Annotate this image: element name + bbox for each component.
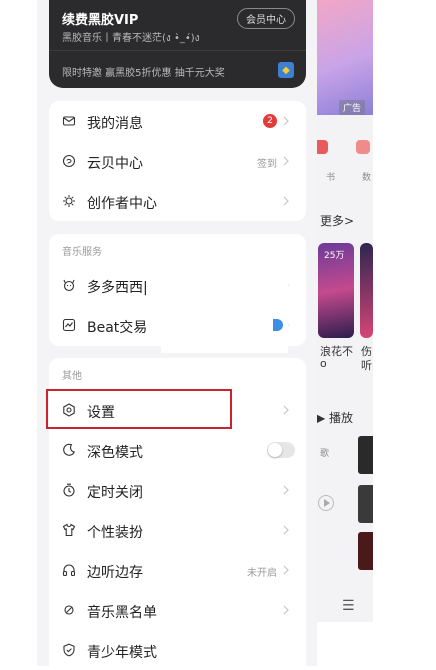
vip-promo[interactable]: 限时特邀 赢黑胶5折优惠 抽千元大奖 bbox=[62, 64, 225, 79]
menu-item-creator-center[interactable]: 创作者中心 bbox=[49, 181, 306, 221]
list-icon: ☰ bbox=[342, 598, 355, 614]
chevron-right-icon bbox=[279, 194, 293, 208]
headphone-icon bbox=[62, 563, 76, 577]
toggle-knob bbox=[268, 443, 282, 457]
section-title: 其他 bbox=[62, 371, 82, 382]
bear-face-icon bbox=[62, 278, 76, 292]
moon-icon bbox=[62, 443, 76, 457]
menu-item-listen-save[interactable]: 边听边存 未开启 bbox=[49, 550, 306, 590]
menu-item-label: 边听边存 bbox=[87, 565, 143, 581]
mail-icon bbox=[62, 114, 76, 128]
background-label: 数 bbox=[362, 173, 372, 183]
dark-mode-toggle[interactable] bbox=[267, 442, 295, 458]
gift-icon: ◆ bbox=[278, 62, 294, 78]
menu-item-label: 我的消息 bbox=[87, 116, 143, 132]
song-title: 听 bbox=[361, 359, 372, 372]
chevron-right-icon bbox=[279, 403, 293, 417]
menu-item-label: 多多西西| bbox=[87, 280, 148, 296]
timer-icon bbox=[62, 483, 76, 497]
member-center-button[interactable]: 会员中心 bbox=[237, 8, 295, 29]
section-title: 音乐服务 bbox=[62, 247, 102, 258]
menu-item-label: Beat交易 bbox=[87, 320, 148, 336]
menu-item-blacklist[interactable]: 音乐黑名单 bbox=[49, 590, 306, 630]
redaction-patch bbox=[161, 246, 288, 353]
tshirt-icon bbox=[62, 523, 76, 537]
menu-item-label: 深色模式 bbox=[87, 445, 143, 461]
playlist-cover bbox=[360, 243, 373, 338]
song-thumbnail bbox=[358, 532, 373, 570]
song-title: o bbox=[320, 357, 327, 370]
menu-item-label: 个性装扮 bbox=[87, 525, 143, 541]
vip-subtitle: 黑胶音乐丨青春不迷茫(ง •̀_•́)ง bbox=[62, 33, 200, 44]
chevron-right-icon bbox=[279, 523, 293, 537]
ad-label: 广告 bbox=[338, 100, 365, 115]
message-badge: 2 bbox=[263, 114, 277, 128]
background-icon bbox=[356, 140, 370, 154]
menu-item-label: 创作者中心 bbox=[87, 196, 157, 212]
menu-item-teen-mode[interactable]: 青少年模式 bbox=[49, 630, 306, 670]
menu-item-label: 音乐黑名单 bbox=[87, 605, 157, 621]
background-label: 书 bbox=[326, 173, 336, 183]
menu-item-label: 云贝中心 bbox=[87, 156, 143, 172]
cloud-coin-icon bbox=[62, 154, 76, 168]
chevron-right-icon bbox=[279, 154, 293, 168]
block-icon bbox=[62, 603, 76, 617]
play-count: 25万 bbox=[324, 251, 345, 261]
sign-in-text[interactable]: 签到 bbox=[257, 155, 277, 170]
status-text: 未开启 bbox=[247, 568, 277, 579]
settings-highlight-box bbox=[46, 389, 232, 429]
chevron-right-icon bbox=[279, 563, 293, 577]
song-thumbnail bbox=[358, 436, 373, 474]
menu-item-messages[interactable]: 我的消息 2 bbox=[49, 101, 306, 141]
more-link: 更多> bbox=[320, 214, 355, 228]
side-drawer: 续费黑胶VIP 会员中心 黑胶音乐丨青春不迷茫(ง •̀_•́)ง 限时特邀 赢… bbox=[37, 0, 317, 666]
main-menu-card: 我的消息 2 云贝中心 签到 创作者中心 bbox=[49, 101, 306, 221]
play-button: ▶ 播放 bbox=[316, 411, 354, 425]
divider bbox=[49, 50, 306, 51]
menu-item-label: 青少年模式 bbox=[87, 645, 157, 661]
menu-item-dark-mode[interactable]: 深色模式 bbox=[49, 430, 306, 470]
song-text: 歌 bbox=[320, 449, 330, 459]
chart-icon bbox=[62, 318, 76, 332]
vip-card[interactable]: 续费黑胶VIP 会员中心 黑胶音乐丨青春不迷茫(ง •̀_•́)ง 限时特邀 赢… bbox=[49, 0, 306, 88]
menu-item-label: 定时关闭 bbox=[87, 485, 143, 501]
play-circle-icon bbox=[318, 495, 334, 511]
chevron-right-icon bbox=[279, 483, 293, 497]
song-thumbnail bbox=[358, 485, 373, 523]
chevron-right-icon bbox=[279, 603, 293, 617]
menu-item-cloud-coins[interactable]: 云贝中心 签到 bbox=[49, 141, 306, 181]
vip-title: 续费黑胶VIP bbox=[62, 13, 139, 28]
sun-bulb-icon bbox=[62, 194, 76, 208]
menu-item-sleep-timer[interactable]: 定时关闭 bbox=[49, 470, 306, 510]
menu-item-personal-dressup[interactable]: 个性装扮 bbox=[49, 510, 306, 550]
music-services-card: 音乐服务 多多西西| Beat交易 bbox=[49, 234, 306, 353]
chevron-right-icon bbox=[279, 114, 293, 128]
shield-icon bbox=[62, 643, 76, 657]
